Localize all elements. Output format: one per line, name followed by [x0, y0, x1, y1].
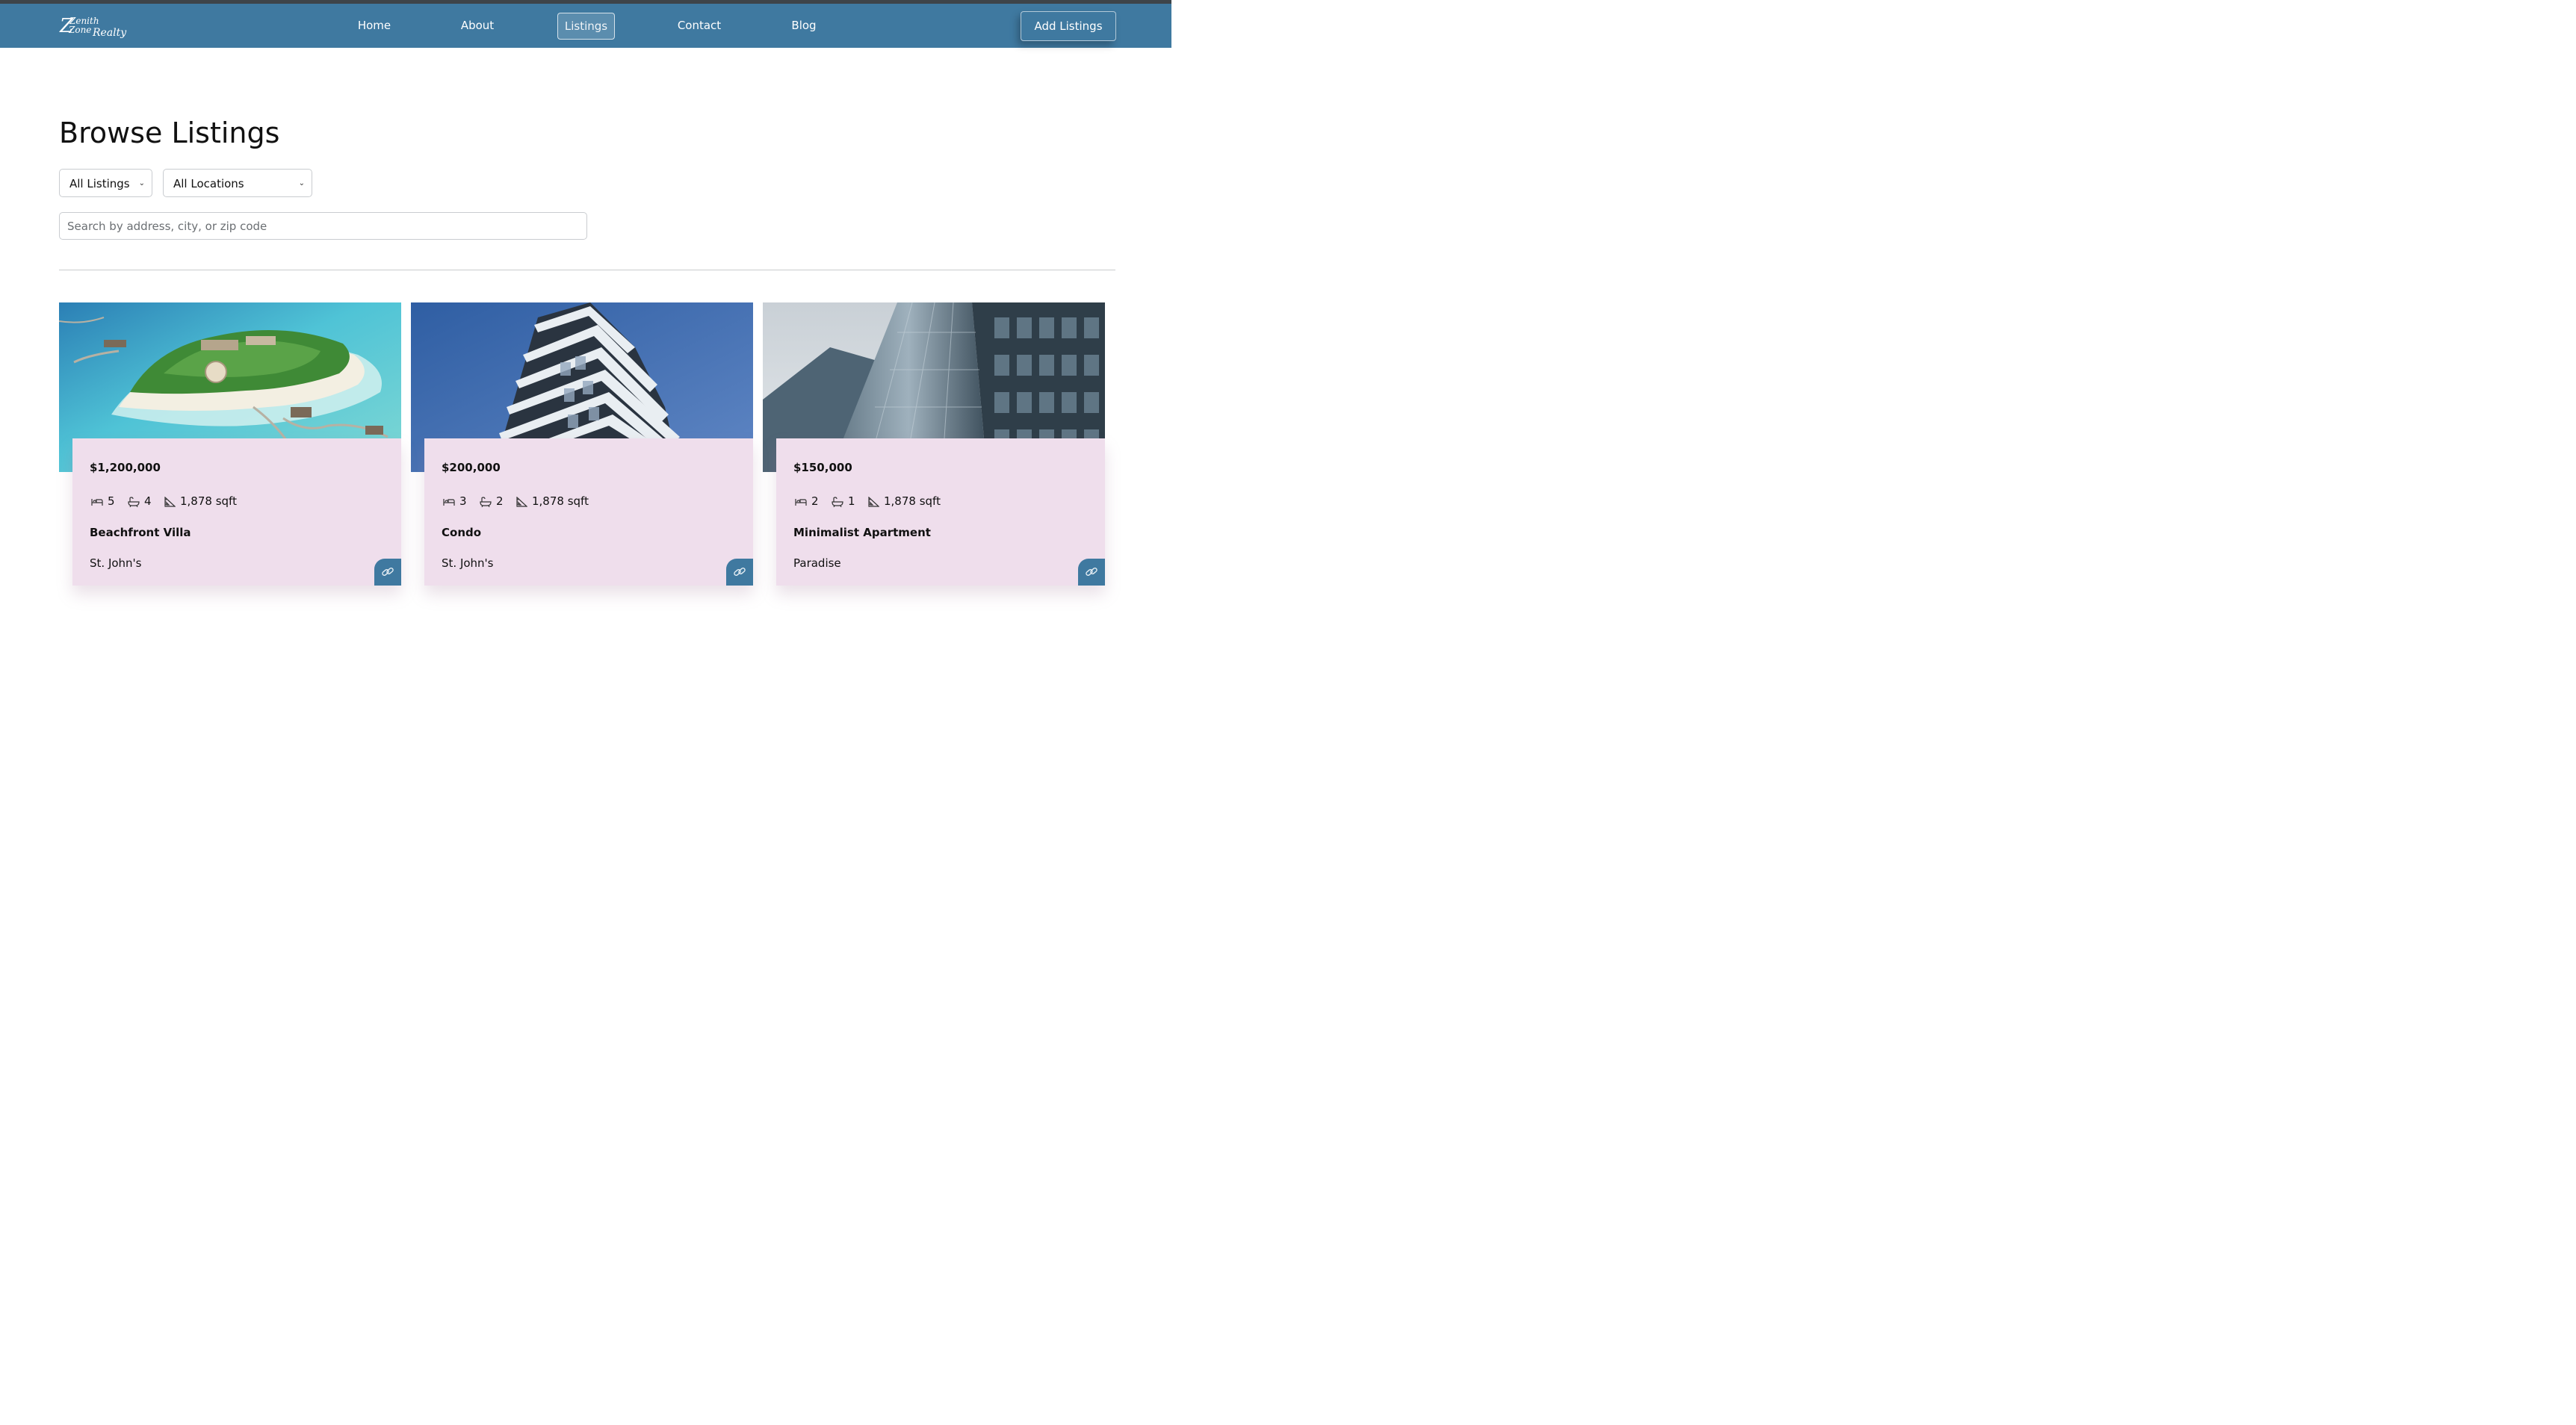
listing-type-value: All Listings	[69, 177, 130, 190]
bed-count: 3	[443, 494, 467, 508]
bath-count: 1	[832, 494, 855, 508]
listing-location: St. John's	[90, 556, 142, 570]
bath-count: 2	[480, 494, 504, 508]
listing-card[interactable]: $200,000 3 2 1,878 sqft Condo St. John's	[424, 438, 753, 586]
bed-count: 5	[91, 494, 115, 508]
nav-contact[interactable]: Contact	[669, 13, 729, 38]
listing-card[interactable]: $1,200,000 5 4 1,878 sqft Beachfront Vil…	[72, 438, 401, 586]
logo-text-realty: Realty	[92, 27, 127, 39]
listing-location: Paradise	[793, 556, 841, 570]
nav-blog[interactable]: Blog	[781, 13, 826, 38]
ruler-icon	[516, 497, 527, 507]
listing-title[interactable]: Condo	[442, 526, 481, 539]
bed-count: 2	[795, 494, 819, 508]
area-size: 1,878 sqft	[164, 494, 237, 508]
link-icon	[734, 568, 746, 576]
location-select[interactable]: All Locations ⌄	[163, 169, 312, 197]
search-input[interactable]	[59, 212, 587, 240]
link-icon	[1086, 568, 1097, 576]
area-size: 1,878 sqft	[867, 494, 941, 508]
ruler-icon	[164, 497, 176, 507]
listing-card[interactable]: $150,000 2 1 1,878 sqft Minimalist Apart…	[776, 438, 1105, 586]
chevron-down-icon: ⌄	[298, 179, 305, 187]
nav-home[interactable]: Home	[346, 13, 403, 38]
logo-text-zone: Zone	[68, 25, 91, 35]
listing-title[interactable]: Beachfront Villa	[90, 526, 191, 539]
link-icon	[382, 568, 394, 576]
listing-type-select[interactable]: All Listings ⌄	[59, 169, 152, 197]
bath-icon	[128, 497, 140, 507]
bath-count: 4	[128, 494, 152, 508]
listing-link-button[interactable]	[1078, 559, 1105, 586]
page-title: Browse Listings	[59, 117, 280, 149]
listing-location: St. John's	[442, 556, 494, 570]
listing-price: $1,200,000	[90, 461, 161, 474]
brand-logo[interactable]: Z Zenith Zone Realty	[59, 13, 141, 43]
location-value: All Locations	[173, 177, 244, 190]
listing-price: $200,000	[442, 461, 501, 474]
add-listings-button[interactable]: Add Listings	[1021, 11, 1116, 41]
area-size: 1,878 sqft	[515, 494, 589, 508]
chevron-down-icon: ⌄	[138, 179, 145, 187]
bed-icon	[91, 499, 103, 506]
listing-price: $150,000	[793, 461, 852, 474]
bed-icon	[795, 499, 807, 506]
navbar: Z Zenith Zone Realty Home About Listings…	[0, 4, 1171, 48]
bed-icon	[443, 499, 455, 506]
nav-about[interactable]: About	[449, 13, 506, 38]
listing-link-button[interactable]	[726, 559, 753, 586]
bath-icon	[832, 497, 843, 507]
listing-link-button[interactable]	[374, 559, 401, 586]
bath-icon	[480, 497, 492, 507]
listing-title[interactable]: Minimalist Apartment	[793, 526, 931, 539]
nav-listings[interactable]: Listings	[557, 13, 615, 40]
ruler-icon	[868, 497, 879, 507]
